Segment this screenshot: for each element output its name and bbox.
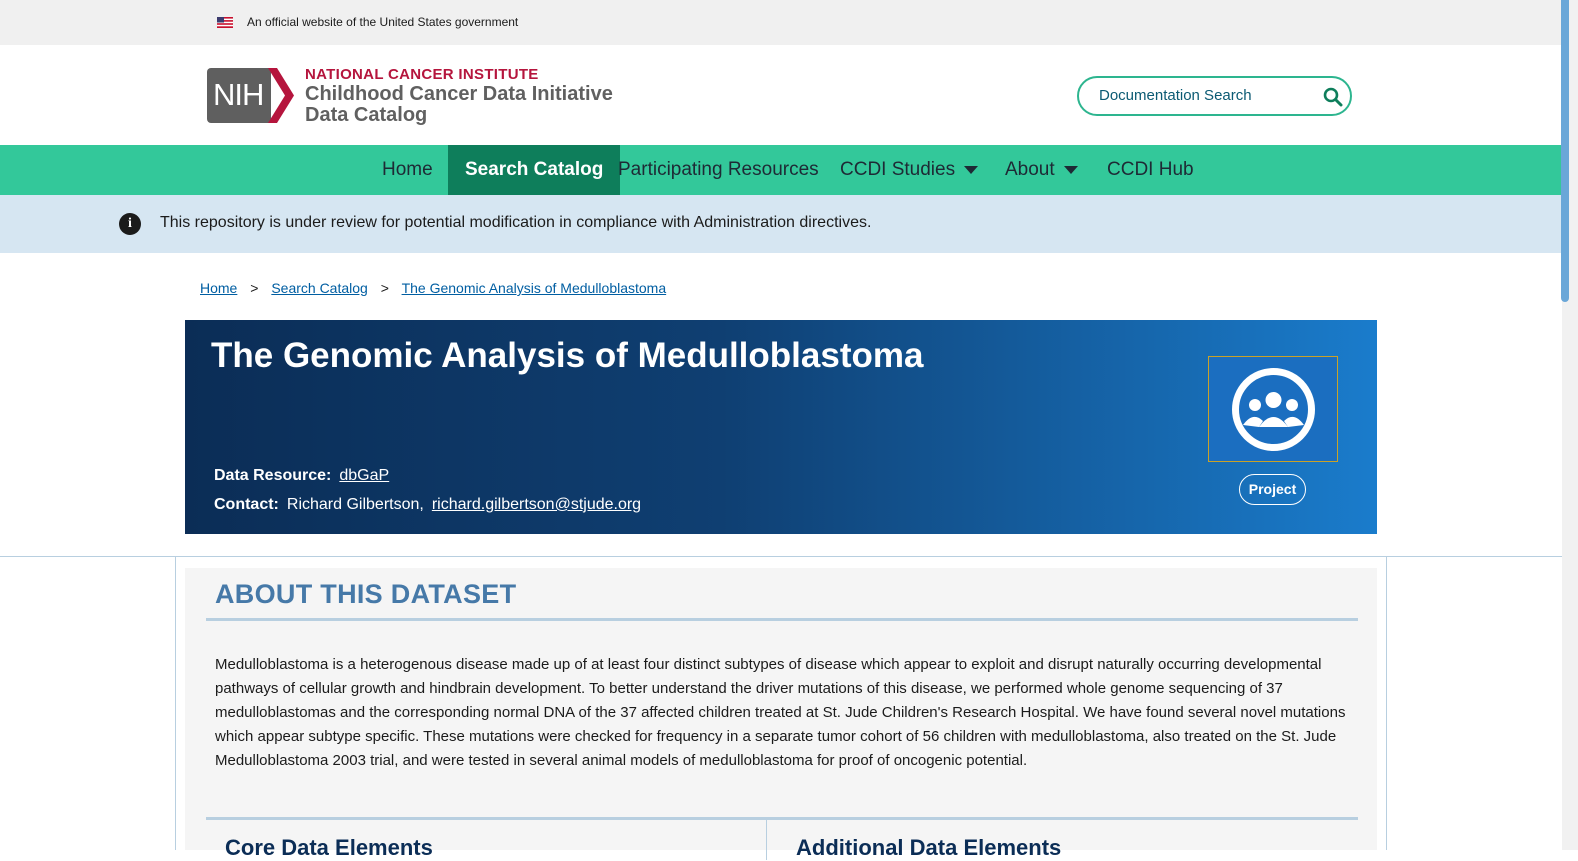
nav-ccdi-hub-label: CCDI Hub [1107,159,1194,180]
breadcrumb-home[interactable]: Home [200,280,237,296]
nav-ccdi-studies-label: CCDI Studies [840,159,956,180]
section-rule [206,817,1358,820]
nav-about-label: About [1005,159,1055,180]
us-flag-icon [217,17,233,28]
nav-search-catalog[interactable]: Search Catalog [448,145,621,195]
nih-chevron-icon [268,68,294,123]
gov-banner: An official website of the United States… [0,0,1562,45]
site-name-line1: Childhood Cancer Data Initiative [305,83,613,105]
page-title: The Genomic Analysis of Medulloblastoma [211,336,924,375]
nav-home-label: Home [382,159,433,180]
nav-participating-resources-label: Participating Resources [618,159,819,180]
nav-ccdi-hub[interactable]: CCDI Hub [1090,145,1211,195]
additional-data-elements-heading: Additional Data Elements [796,835,1062,860]
info-icon: i [119,213,141,235]
people-group-icon [1232,368,1315,451]
notice-banner: i This repository is under review for po… [0,195,1562,253]
contact-email-link[interactable]: richard.gilbertson@stjude.org [432,496,641,513]
nav-home[interactable]: Home [365,145,450,195]
chevron-down-icon [964,165,979,174]
nav-ccdi-studies[interactable]: CCDI Studies [823,145,995,195]
breadcrumb-separator: > [250,280,259,296]
site-header: NIH NATIONAL CANCER INSTITUTE Childhood … [0,45,1562,145]
breadcrumb-current[interactable]: The Genomic Analysis of Medulloblastoma [402,280,667,296]
notice-text: This repository is under review for pote… [160,214,872,231]
about-dataset-panel: ABOUT THIS DATASET Medulloblastoma is a … [185,568,1377,860]
data-resource-link[interactable]: dbGaP [339,467,389,484]
site-name-line2: Data Catalog [305,104,428,126]
gov-banner-text: An official website of the United States… [247,15,519,29]
search-icon[interactable] [1323,87,1343,107]
scrollbar-thumb[interactable] [1561,0,1569,302]
dataset-description: Medulloblastoma is a heterogenous diseas… [215,656,1346,769]
core-data-elements-heading: Core Data Elements [225,835,433,860]
nav-participating-resources[interactable]: Participating Resources [601,145,836,195]
breadcrumb-separator: > [380,280,389,296]
nav-about[interactable]: About [988,145,1095,195]
documentation-search [1077,76,1352,116]
dataset-hero: The Genomic Analysis of Medulloblastoma … [185,320,1377,534]
data-resource-row: Data Resource: dbGaP [214,467,389,485]
nih-logo-text: NIH [213,77,264,112]
nav-search-catalog-label: Search Catalog [465,159,604,180]
data-resource-label: Data Resource: [214,467,332,484]
site-name: Childhood Cancer Data Initiative Data Ca… [305,84,613,126]
breadcrumb-search-catalog[interactable]: Search Catalog [271,280,368,296]
contact-row: Contact: Richard Gilbertson, richard.gilbe… [214,496,641,514]
project-icon-box [1208,356,1338,462]
contact-label: Contact: [214,496,279,513]
search-input[interactable] [1099,87,1309,104]
column-divider [766,820,767,860]
project-badge: Project [1239,474,1306,505]
contact-name: Richard Gilbertson, [286,496,424,513]
about-heading: ABOUT THIS DATASET [215,579,517,609]
heading-rule [206,618,1358,621]
institute-name: NATIONAL CANCER INSTITUTE [305,66,539,83]
breadcrumb: Home > Search Catalog > The Genomic Anal… [200,280,666,296]
chevron-down-icon [1063,165,1078,174]
main-nav: Home Search Catalog Participating Resour… [0,145,1562,195]
